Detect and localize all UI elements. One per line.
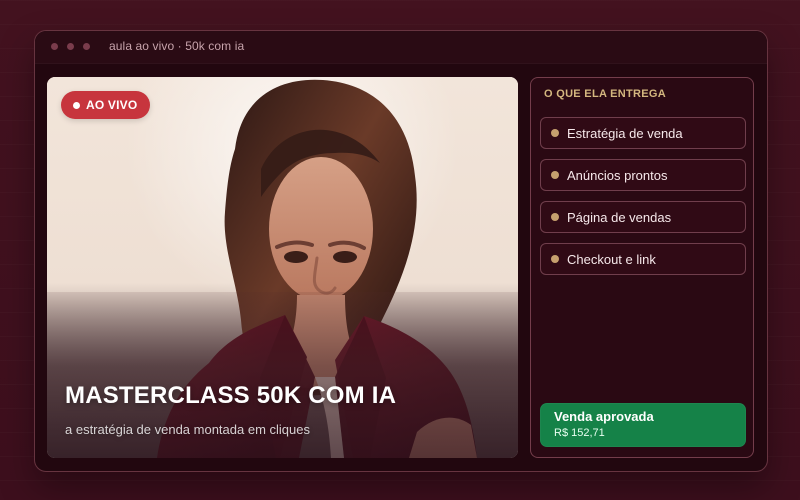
bullet-icon	[551, 213, 559, 221]
deliverable-label: Checkout e link	[567, 251, 656, 267]
page-background: aula ao vivo · 50k com ia AO VIVO MASTER…	[0, 0, 800, 500]
window-control-dot[interactable]	[51, 43, 58, 50]
video-subtitle: a estratégia de venda montada em cliques	[65, 422, 310, 437]
deliverables-list: Estratégia de venda Anúncios prontos Pág…	[540, 117, 746, 285]
window-title: aula ao vivo · 50k com ia	[109, 39, 245, 53]
bullet-icon	[551, 129, 559, 137]
deliverable-label: Estratégia de venda	[567, 125, 683, 141]
live-badge-label: AO VIVO	[86, 98, 138, 112]
bullet-icon	[551, 255, 559, 263]
live-indicator-icon	[73, 101, 80, 109]
deliverable-item-ready-ads[interactable]: Anúncios prontos	[540, 159, 746, 191]
deliverable-item-checkout-link[interactable]: Checkout e link	[540, 243, 746, 275]
bullet-icon	[551, 171, 559, 179]
deliverable-item-sales-strategy[interactable]: Estratégia de venda	[540, 117, 746, 149]
window-titlebar: aula ao vivo · 50k com ia	[35, 31, 767, 64]
app-window: aula ao vivo · 50k com ia AO VIVO MASTER…	[34, 30, 768, 472]
live-video-card[interactable]: AO VIVO MASTERCLASS 50K COM IA a estraté…	[47, 77, 518, 458]
deliverable-item-sales-page[interactable]: Página de vendas	[540, 201, 746, 233]
sale-approved-notification: Venda aprovada R$ 152,71	[540, 403, 746, 447]
sale-title: Venda aprovada	[554, 409, 654, 424]
window-control-dot[interactable]	[83, 43, 90, 50]
deliverables-panel: O QUE ELA ENTREGA Estratégia de venda An…	[530, 77, 754, 458]
window-controls	[51, 43, 90, 50]
deliverables-heading: O QUE ELA ENTREGA	[544, 88, 667, 100]
deliverable-label: Página de vendas	[567, 209, 672, 225]
live-badge: AO VIVO	[61, 91, 151, 119]
video-title: MASTERCLASS 50K COM IA	[65, 382, 397, 409]
deliverable-label: Anúncios prontos	[567, 167, 668, 183]
window-control-dot[interactable]	[67, 43, 74, 50]
sale-value: R$ 152,71	[554, 427, 605, 439]
